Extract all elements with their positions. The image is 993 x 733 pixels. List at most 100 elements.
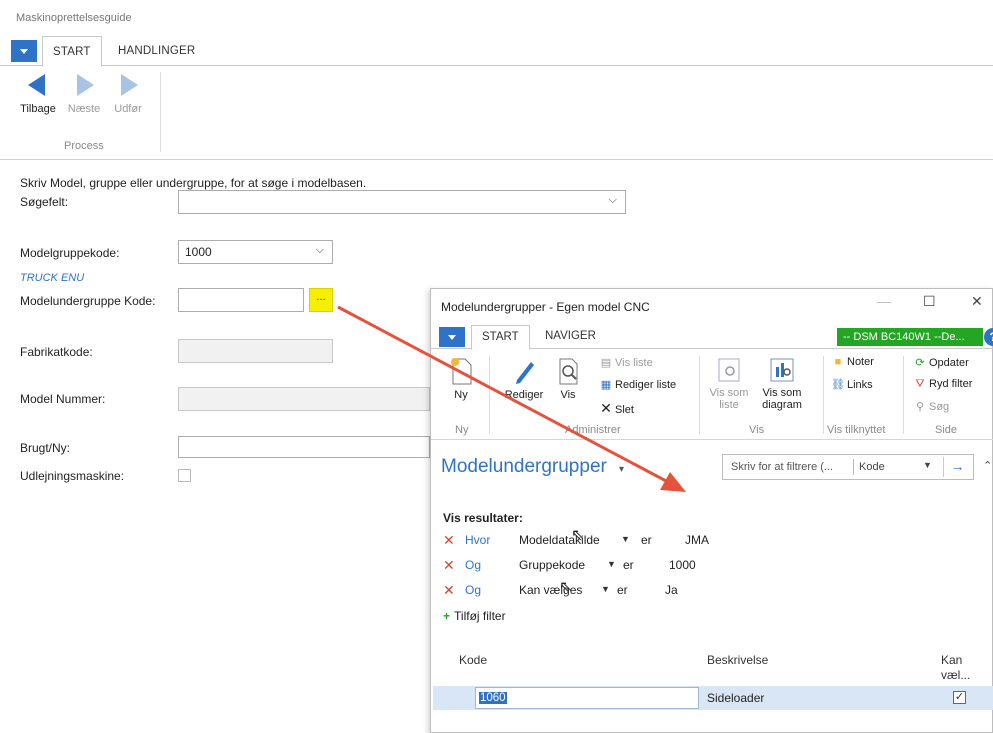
next-button[interactable]: Næste [62, 72, 106, 115]
minimize-icon[interactable]: — [877, 293, 891, 309]
chevron-down-icon: ⌵ [315, 244, 324, 256]
filter-value[interactable]: Ja [665, 583, 678, 597]
filter-row: ✕ Og Kan vælges ▼ er Ja [443, 582, 678, 599]
filter-box[interactable]: Skriv for at filtrere (... Kode ▼ → [722, 454, 974, 480]
search-button[interactable]: ⚲ Søg [913, 400, 949, 413]
link-icon: ⛓ [831, 379, 845, 391]
ribbon-group-new: Ny [455, 424, 469, 436]
tab-handlinger[interactable]: HANDLINGER [108, 36, 205, 67]
popup-menu-button[interactable] [439, 327, 465, 347]
help-icon[interactable]: ? [984, 328, 993, 346]
mouse-cursor-icon: ⇖ [559, 579, 573, 596]
filter-input[interactable]: Skriv for at filtrere (... [731, 461, 833, 473]
column-header-selectable[interactable]: Kan væl... [941, 653, 981, 683]
code-cell-input[interactable]: 1060 [475, 687, 699, 709]
selectable-checkbox[interactable]: ✓ [953, 691, 966, 704]
mouse-cursor-icon: ⇖ [571, 527, 585, 544]
finish-button[interactable]: Udfør [106, 72, 150, 115]
links-button[interactable]: ⛓ Links [831, 378, 873, 391]
model-group-caption: TRUCK ENU [20, 272, 85, 284]
search-field[interactable]: ⌵ [178, 190, 626, 214]
show-as-chart-button[interactable]: Vis som diagram [755, 356, 809, 411]
add-filter-button[interactable]: + Tilføj filter [443, 609, 506, 623]
remove-filter-icon[interactable]: ✕ [443, 557, 455, 574]
column-header-description[interactable]: Beskrivelse [707, 653, 768, 667]
close-icon[interactable]: ✕ [971, 293, 983, 310]
chevron-up-icon[interactable]: ⌃ [983, 459, 992, 472]
ribbon-separator [903, 356, 904, 434]
arrow-right-icon[interactable]: → [943, 457, 971, 477]
chevron-down-icon: ⌵ [608, 194, 617, 206]
refresh-icon: ⟳ [915, 357, 925, 369]
popup-tabbar: START NAVIGER -- DSM BC140W1 --De... ? [431, 325, 993, 350]
view-button[interactable]: Vis [551, 356, 585, 401]
clear-filter-button[interactable]: ⛛ Ryd filter [913, 378, 972, 391]
popup-title: Modelundergrupper - Egen model CNC [441, 300, 650, 314]
new-button[interactable]: Ny [439, 356, 483, 401]
popup-tab-start[interactable]: START [471, 325, 530, 350]
chevron-down-icon[interactable]: ▼ [601, 584, 610, 594]
refresh-button[interactable]: ⟳ Opdater [913, 356, 968, 369]
filter-value[interactable]: JMA [685, 533, 709, 547]
delete-icon: ✕ [600, 400, 612, 416]
model-number-label: Model Nummer: [20, 392, 106, 406]
filter-field-name[interactable]: Kan vælges [519, 583, 582, 597]
description-cell: Sideloader [707, 691, 765, 705]
subgroup-lookup-button[interactable]: ... [309, 288, 333, 312]
back-button[interactable]: Tilbage [16, 72, 60, 115]
show-as-list-button[interactable]: Vis som liste [705, 356, 753, 411]
binoculars-icon: ⚲ [915, 401, 925, 413]
table-row[interactable]: 1060 Sideloader ✓ [433, 686, 993, 710]
view-list-button[interactable]: ▤ Vis liste [599, 356, 653, 369]
chevron-down-icon[interactable]: ▾ [619, 464, 624, 475]
notes-button[interactable]: ■ Noter [831, 356, 874, 368]
ribbon-separator [489, 356, 490, 434]
filter-field-name[interactable]: Gruppekode [519, 558, 585, 572]
popup-tab-naviger[interactable]: NAVIGER [535, 325, 606, 350]
rental-label: Udlejningsmaskine: [20, 469, 125, 483]
new-document-icon [451, 358, 472, 385]
finish-arrow-icon [121, 74, 138, 96]
filter-row: ✕ Og Gruppekode ▼ er 1000 [443, 557, 696, 574]
chevron-down-icon[interactable]: ▼ [621, 534, 630, 544]
remove-filter-icon[interactable]: ✕ [443, 582, 455, 599]
plus-icon: + [443, 609, 451, 623]
tab-start[interactable]: START [42, 36, 102, 67]
chevron-down-icon[interactable]: ▼ [923, 460, 932, 470]
company-badge[interactable]: -- DSM BC140W1 --De... [837, 328, 983, 346]
used-new-select[interactable] [178, 436, 430, 458]
edit-list-button[interactable]: ▦ Rediger liste [599, 378, 676, 391]
ribbon-group-process: Process [64, 140, 104, 152]
search-label: Søgefelt: [20, 195, 69, 209]
model-group-select[interactable]: 1000 ⌵ [178, 240, 333, 264]
ribbon-separator [699, 356, 700, 434]
column-header-code[interactable]: Kode [459, 653, 487, 667]
main-ribbon: Tilbage Næste Udfør Process [0, 66, 993, 160]
edit-list-icon: ▦ [600, 379, 612, 391]
ribbon-separator [823, 356, 824, 434]
magnifier-document-icon [559, 358, 578, 385]
factory-input[interactable] [178, 339, 333, 363]
delete-button[interactable]: ✕ Slet [599, 400, 634, 417]
subgroup-input[interactable] [178, 288, 304, 312]
ribbon-group-vis-tilknyttet: Vis tilknyttet [827, 424, 886, 436]
model-number-input[interactable] [178, 387, 430, 411]
remove-filter-icon[interactable]: ✕ [443, 532, 455, 549]
main-tabbar: START HANDLINGER [0, 36, 993, 67]
ribbon-group-vis: Vis [749, 424, 765, 436]
filter-field-name[interactable]: Modeldatakilde [519, 533, 600, 547]
rental-checkbox[interactable] [178, 469, 191, 482]
ribbon-separator [160, 72, 161, 152]
maximize-icon[interactable]: ☐ [923, 293, 936, 310]
clear-filter-icon: ⛛ [915, 378, 925, 390]
pencil-icon [516, 362, 534, 384]
ribbon-group-administrer: Administrer [565, 424, 621, 436]
edit-button[interactable]: Rediger [499, 356, 549, 401]
chevron-down-icon[interactable]: ▼ [607, 559, 616, 569]
next-arrow-icon [77, 74, 94, 96]
page-title[interactable]: Modelundergrupper [441, 456, 607, 478]
filter-value[interactable]: 1000 [669, 558, 696, 572]
popup-ribbon: Ny Ny Rediger Vis ▤ Vis liste ▦ Rediger li… [431, 350, 993, 440]
app-menu-button[interactable] [11, 40, 37, 62]
filter-field-select[interactable]: Kode [859, 461, 885, 473]
